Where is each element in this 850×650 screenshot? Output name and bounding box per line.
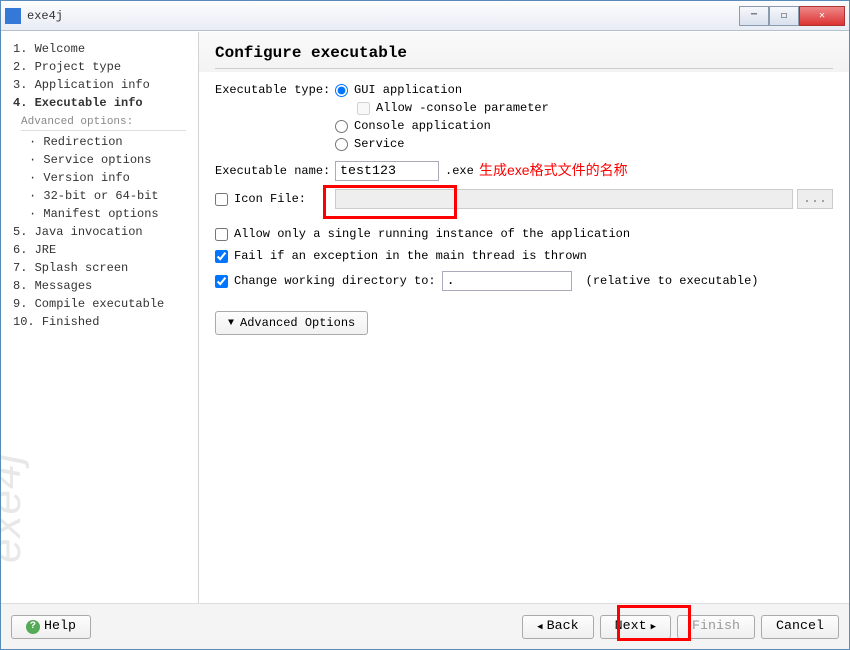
check-single-instance[interactable]: Allow only a single running instance of … <box>215 227 630 241</box>
nav-application-info[interactable]: 3. Application info <box>1 76 198 94</box>
advanced-options-button[interactable]: ▼ Advanced Options <box>215 311 368 335</box>
nav-jre[interactable]: 6. JRE <box>1 241 198 259</box>
wizard-footer: ? Help Back Next Finish Cancel <box>1 603 849 649</box>
nav-bitness[interactable]: 32-bit or 64-bit <box>1 187 198 205</box>
back-button[interactable]: Back <box>522 615 593 639</box>
help-icon: ? <box>26 620 40 634</box>
nav-compile-executable[interactable]: 9. Compile executable <box>1 295 198 313</box>
exec-type-label: Executable type: <box>215 83 335 97</box>
app-window: exe4j ─ ☐ ✕ 1. Welcome 2. Project type 3… <box>0 0 850 650</box>
nav-manifest-options[interactable]: Manifest options <box>1 205 198 223</box>
help-button[interactable]: ? Help <box>11 615 91 639</box>
icon-file-row: Icon File: ... <box>215 189 833 209</box>
app-icon <box>5 8 21 24</box>
service-row: Service <box>215 137 833 151</box>
page-title: Configure executable <box>215 44 833 62</box>
check-allow-console[interactable]: Allow -console parameter <box>357 101 549 115</box>
exec-type-row: Executable type: GUI application <box>215 83 833 97</box>
cwd-suffix: (relative to executable) <box>586 274 759 288</box>
nav-executable-info[interactable]: 4. Executable info <box>1 94 198 112</box>
icon-browse-button[interactable]: ... <box>797 189 833 209</box>
nav-version-info[interactable]: Version info <box>1 169 198 187</box>
nav-welcome[interactable]: 1. Welcome <box>1 40 198 58</box>
check-fail-exception[interactable]: Fail if an exception in the main thread … <box>215 249 587 263</box>
nav-project-type[interactable]: 2. Project type <box>1 58 198 76</box>
main-panel: Configure executable Executable type: GU… <box>199 32 849 603</box>
titlebar: exe4j ─ ☐ ✕ <box>1 1 849 31</box>
nav-advanced-header: Advanced options: <box>21 114 186 131</box>
watermark: exe4j <box>1 453 31 563</box>
exec-name-input[interactable] <box>335 161 439 181</box>
single-instance-row: Allow only a single running instance of … <box>215 227 833 241</box>
window-title: exe4j <box>27 9 739 23</box>
next-button[interactable]: Next <box>600 615 671 639</box>
cwd-row: Change working directory to: (relative t… <box>215 271 833 291</box>
nav-service-options[interactable]: Service options <box>1 151 198 169</box>
radio-console-application[interactable]: Console application <box>335 119 491 133</box>
allow-console-row: Allow -console parameter <box>357 101 833 115</box>
fail-exception-row: Fail if an exception in the main thread … <box>215 249 833 263</box>
divider <box>215 68 833 69</box>
maximize-button[interactable]: ☐ <box>769 6 799 26</box>
annotation-text: 生成exe格式文件的名称 <box>479 160 628 180</box>
nav-redirection[interactable]: Redirection <box>1 133 198 151</box>
exec-name-suffix: .exe <box>445 164 474 178</box>
exec-name-label: Executable name: <box>215 164 335 178</box>
check-change-cwd[interactable]: Change working directory to: <box>215 274 436 288</box>
check-icon-file[interactable]: Icon File: <box>215 192 335 206</box>
radio-gui-application[interactable]: GUI application <box>335 83 462 97</box>
wizard-sidebar: 1. Welcome 2. Project type 3. Applicatio… <box>1 32 199 603</box>
nav-java-invocation[interactable]: 5. Java invocation <box>1 223 198 241</box>
icon-file-input <box>335 189 793 209</box>
close-button[interactable]: ✕ <box>799 6 845 26</box>
radio-service[interactable]: Service <box>335 137 404 151</box>
cancel-button[interactable]: Cancel <box>761 615 839 639</box>
finish-button[interactable]: Finish <box>677 615 755 639</box>
content-area: 1. Welcome 2. Project type 3. Applicatio… <box>1 31 849 603</box>
window-controls: ─ ☐ ✕ <box>739 6 845 26</box>
cwd-input[interactable] <box>442 271 572 291</box>
console-app-row: Console application <box>215 119 833 133</box>
nav-splash-screen[interactable]: 7. Splash screen <box>1 259 198 277</box>
chevron-down-icon: ▼ <box>228 318 234 329</box>
nav-finished[interactable]: 10. Finished <box>1 313 198 331</box>
nav-messages[interactable]: 8. Messages <box>1 277 198 295</box>
minimize-button[interactable]: ─ <box>739 6 769 26</box>
